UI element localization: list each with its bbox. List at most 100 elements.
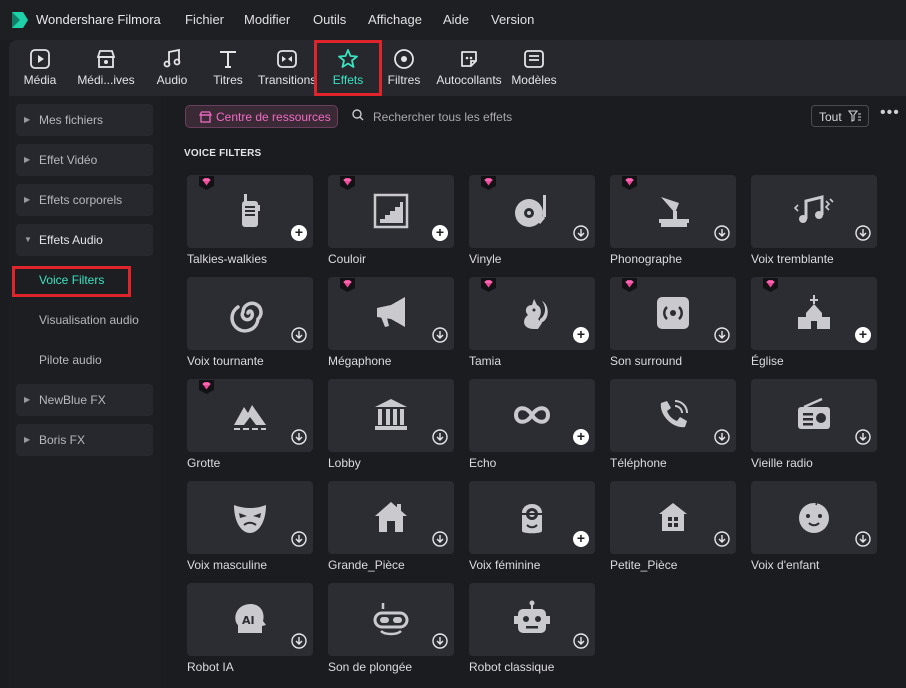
sidebar-item-effets-audio[interactable]: ▼ Effets Audio (16, 224, 153, 256)
tab-filtres[interactable]: Filtres (383, 40, 425, 96)
effect-card[interactable]: Voix d'enfant (751, 481, 877, 580)
effect-thumbnail[interactable] (187, 277, 313, 350)
add-effect-button[interactable]: + (432, 225, 448, 241)
more-options-button[interactable]: ••• (880, 104, 900, 122)
tab-titres[interactable]: Titres (205, 40, 251, 96)
add-effect-button[interactable]: + (855, 327, 871, 343)
resource-center-button[interactable]: Centre de ressources (185, 105, 338, 128)
effect-thumbnail[interactable] (187, 481, 313, 554)
effect-card[interactable]: + Echo (469, 379, 595, 478)
tab-effets[interactable]: Effets (314, 40, 382, 96)
effect-card[interactable]: Voix tremblante (751, 175, 877, 274)
caret-right-icon: ▶ (24, 115, 31, 124)
effect-card[interactable]: Vinyle (469, 175, 595, 274)
download-effect-button[interactable] (432, 633, 448, 649)
effect-thumbnail[interactable]: + (751, 277, 877, 350)
download-effect-button[interactable] (291, 633, 307, 649)
effect-card[interactable]: Voix masculine (187, 481, 313, 580)
menu-modifier[interactable]: Modifier (244, 12, 290, 27)
download-effect-button[interactable] (291, 531, 307, 547)
menu-version[interactable]: Version (491, 12, 534, 27)
effect-card[interactable]: + Voix féminine (469, 481, 595, 580)
download-icon (432, 327, 448, 343)
search-input[interactable] (373, 108, 673, 126)
effect-thumbnail[interactable] (328, 277, 454, 350)
sidebar-item-visualisation-audio[interactable]: Visualisation audio (16, 304, 153, 336)
download-effect-button[interactable] (714, 225, 730, 241)
effect-thumbnail[interactable] (328, 583, 454, 656)
effect-thumbnail[interactable]: + (469, 277, 595, 350)
add-effect-button[interactable]: + (573, 429, 589, 445)
download-effect-button[interactable] (714, 531, 730, 547)
effect-thumbnail[interactable] (469, 583, 595, 656)
effect-thumbnail[interactable]: + (187, 175, 313, 248)
sidebar-item-effets-corporels[interactable]: ▶ Effets corporels (16, 184, 153, 216)
download-effect-button[interactable] (432, 327, 448, 343)
effect-thumbnail[interactable] (328, 481, 454, 554)
download-effect-button[interactable] (291, 327, 307, 343)
effect-card[interactable]: Voix tournante (187, 277, 313, 376)
effect-card[interactable]: + Tamia (469, 277, 595, 376)
add-effect-button[interactable]: + (573, 327, 589, 343)
effect-card[interactable]: Vieille radio (751, 379, 877, 478)
effect-thumbnail[interactable]: + (469, 379, 595, 452)
effect-card[interactable]: Robot classique (469, 583, 595, 682)
menu-fichier[interactable]: Fichier (185, 12, 224, 27)
effect-card[interactable]: Lobby (328, 379, 454, 478)
effect-thumbnail[interactable]: AI (187, 583, 313, 656)
effect-card[interactable]: + Église (751, 277, 877, 376)
download-effect-button[interactable] (855, 429, 871, 445)
effect-thumbnail[interactable] (610, 379, 736, 452)
download-effect-button[interactable] (714, 327, 730, 343)
add-effect-button[interactable]: + (573, 531, 589, 547)
effect-thumbnail[interactable] (610, 481, 736, 554)
effect-card[interactable]: Son surround (610, 277, 736, 376)
effect-thumbnail[interactable] (187, 379, 313, 452)
premium-gem-icon (199, 380, 214, 394)
effect-card[interactable]: Mégaphone (328, 277, 454, 376)
effect-card[interactable]: Petite_Pièce (610, 481, 736, 580)
tab-modeles[interactable]: Modèles (509, 40, 559, 96)
effect-thumbnail[interactable] (751, 379, 877, 452)
download-effect-button[interactable] (432, 429, 448, 445)
add-effect-button[interactable]: + (291, 225, 307, 241)
effect-thumbnail[interactable] (610, 277, 736, 350)
sidebar-item-newblue-fx[interactable]: ▶ NewBlue FX (16, 384, 153, 416)
effect-thumbnail[interactable] (328, 379, 454, 452)
effect-card[interactable]: + Couloir (328, 175, 454, 274)
effect-thumbnail[interactable]: + (328, 175, 454, 248)
menu-affichage[interactable]: Affichage (368, 12, 422, 27)
download-effect-button[interactable] (855, 225, 871, 241)
download-effect-button[interactable] (855, 531, 871, 547)
effect-thumbnail[interactable] (610, 175, 736, 248)
menu-outils[interactable]: Outils (313, 12, 346, 27)
sidebar-item-mes-fichiers[interactable]: ▶ Mes fichiers (16, 104, 153, 136)
sidebar-item-effet-video[interactable]: ▶ Effet Vidéo (16, 144, 153, 176)
effect-thumbnail[interactable]: + (469, 481, 595, 554)
download-effect-button[interactable] (291, 429, 307, 445)
tab-media[interactable]: Média (15, 40, 65, 96)
menu-aide[interactable]: Aide (443, 12, 469, 27)
effect-thumbnail[interactable] (751, 481, 877, 554)
effect-card[interactable]: AI Robot IA (187, 583, 313, 682)
sidebar-item-pilote-audio[interactable]: Pilote audio (16, 344, 153, 376)
tab-transitions[interactable]: Transitions (258, 40, 316, 96)
caret-right-icon: ▶ (24, 155, 31, 164)
tab-stock-media[interactable]: Médi...ives (71, 40, 141, 96)
download-effect-button[interactable] (714, 429, 730, 445)
tab-autocollants[interactable]: Autocollants (435, 40, 503, 96)
effect-card[interactable]: Son de plongée (328, 583, 454, 682)
download-effect-button[interactable] (573, 225, 589, 241)
download-effect-button[interactable] (432, 531, 448, 547)
effect-card[interactable]: Grande_Pièce (328, 481, 454, 580)
tab-audio[interactable]: Audio (149, 40, 195, 96)
download-effect-button[interactable] (573, 633, 589, 649)
filter-dropdown[interactable]: Tout (811, 105, 869, 127)
effect-card[interactable]: Téléphone (610, 379, 736, 478)
effect-card[interactable]: Phonographe (610, 175, 736, 274)
effect-thumbnail[interactable] (751, 175, 877, 248)
effect-thumbnail[interactable] (469, 175, 595, 248)
sidebar-item-boris-fx[interactable]: ▶ Boris FX (16, 424, 153, 456)
effect-card[interactable]: Grotte (187, 379, 313, 478)
effect-card[interactable]: + Talkies-walkies (187, 175, 313, 274)
